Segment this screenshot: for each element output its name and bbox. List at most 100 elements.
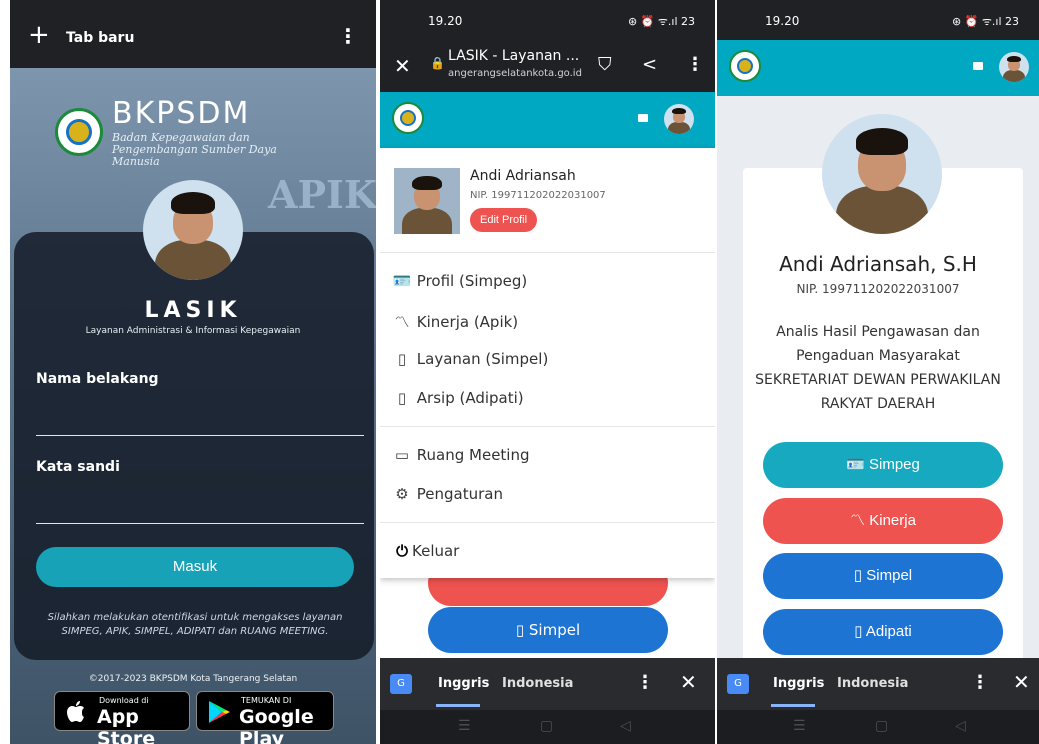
book-icon: ▯ [397,350,407,368]
book-icon: ▯ [515,621,529,639]
menu-label: Ruang Meeting [416,446,530,464]
status-time: 19.20 [765,14,800,28]
status-bar: 19.20 ⊛ ⏰ ᯤ.ıl 23 [717,0,1039,40]
overflow-menu-icon[interactable]: ⋮ [686,54,704,75]
username-input[interactable] [36,408,364,436]
bookmark-icon[interactable]: ⛉ [598,54,612,75]
menu-item-layanan[interactable]: ▯ Layanan (Simpel) [392,350,548,368]
home-icon[interactable]: ▢ [875,718,888,734]
play-small-text: TEMUKAN DI [241,696,292,705]
back-icon[interactable]: ◁ [620,718,631,734]
header-avatar[interactable] [999,52,1029,82]
auth-note: Silahkan melakukan otentifikasi untuk me… [47,612,343,637]
active-tab-underline [436,704,480,707]
simpel-button[interactable]: ▯ Simpel [763,553,1003,599]
profile-name: Andi Adriansah, S.H [779,252,977,276]
google-translate-icon: G [727,674,749,694]
lang-indonesia-tab[interactable]: Indonesia [502,676,573,691]
new-tab-plus-icon[interactable]: + [28,22,50,48]
menu-label: Layanan (Simpel) [416,350,549,368]
user-avatar [143,180,243,280]
kinerja-button[interactable]: 〽 Kinerja [763,498,1003,544]
simpel-label: Simpel [528,621,581,639]
book-icon: ▯ [853,567,867,584]
app-logo[interactable] [392,102,424,134]
bkpsdm-logo [55,108,103,156]
flag-icon[interactable] [973,62,983,70]
work-unit: SEKRETARIAT DEWAN PERWAKILAN RAKYAT DAER… [755,372,1001,412]
button-label: Adipati [865,623,912,640]
flag-icon[interactable] [638,114,648,122]
share-icon[interactable]: < [642,54,657,75]
status-icons: ⊛ ⏰ ᯤ.ıl 23 [951,15,1019,28]
menu-item-profil[interactable]: 🪪 Profil (Simpeg) [392,272,528,290]
menu-item-kinerja[interactable]: 〽 Kinerja (Apik) [392,311,518,332]
adipati-button[interactable]: ▯ Adipati [763,609,1003,655]
power-icon: ⏻ [396,542,408,560]
play-big-text: Google Play [239,706,314,744]
recents-icon[interactable]: ☰ [458,718,471,734]
app-subtitle: Layanan Administrasi & Informasi Kepegaw… [85,326,301,336]
login-card [14,232,374,660]
custom-tab-toolbar: ✕ 🔒 LASIK - Layanan ... angerangselatank… [380,40,715,92]
edit-profile-button[interactable]: Edit Profil [470,208,538,232]
simpel-button-behind[interactable]: ▯ Simpel [428,607,668,653]
profile-dropdown-menu: Andi Adriansah NIP. 199711202022031007 E… [380,148,715,578]
close-icon[interactable]: ✕ [394,54,411,78]
password-input[interactable] [36,496,364,524]
button-label: Simpel [866,567,913,584]
google-play-badge[interactable]: TEMUKAN DI Google Play [196,691,334,744]
close-icon[interactable]: ✕ [1013,670,1030,694]
profile-job: Analis Hasil Pengawasan dan Pengaduan Ma… [747,320,1009,416]
app-logo[interactable] [729,50,761,82]
lang-english-tab[interactable]: Inggris [773,676,824,691]
menu-label: Profil (Simpeg) [416,272,528,290]
google-translate-icon: G [390,674,412,694]
profile-nip: NIP. 199711202022031007 [470,190,606,201]
header-avatar[interactable] [664,104,694,134]
profile-name: Andi Adriansah [470,168,576,184]
page-title: LASIK - Layanan ... [448,48,580,64]
recents-icon[interactable]: ☰ [793,718,806,734]
divider [380,426,715,427]
back-icon[interactable]: ◁ [955,718,966,734]
copyright-text: ©2017-2023 BKPSDM Kota Tangerang Selatan [88,674,298,684]
menu-screen: 19.20 ⊛ ⏰ ᯤ.ıl 23 ✕ 🔒 LASIK - Layanan ..… [380,0,715,744]
menu-item-arsip[interactable]: ▯ Arsip (Adipati) [392,389,524,407]
id-card-icon: 🪪 [846,456,869,473]
login-button[interactable]: Masuk [36,547,354,587]
menu-label: Arsip (Adipati) [416,389,524,407]
translate-bar: G Inggris Indonesia ⋮ ✕ [380,658,715,710]
menu-item-keluar[interactable]: ⏻ Keluar [392,542,459,560]
menu-label: Pengaturan [416,485,503,503]
close-icon[interactable]: ✕ [680,670,697,694]
system-navbar: ☰ ▢ ◁ [380,710,715,744]
apik-watermark: APIK [268,172,376,217]
button-label: Kinerja [869,512,916,529]
id-card-icon: 🪪 [392,272,412,290]
lang-english-tab[interactable]: Inggris [438,676,489,691]
active-tab-underline [771,704,815,707]
app-store-badge[interactable]: Download di App Store [54,691,190,744]
simpeg-button[interactable]: 🪪 Simpeg [763,442,1003,488]
translate-menu-icon[interactable]: ⋮ [636,672,654,693]
browser-toolbar: + Tab baru ⋮ [10,0,376,68]
translate-bar: G Inggris Indonesia ⋮ ✕ [717,658,1039,710]
menu-item-ruang-meeting[interactable]: ▭ Ruang Meeting [392,446,530,464]
profile-avatar [822,114,942,234]
book-icon: ▯ [854,623,866,640]
home-icon[interactable]: ▢ [540,718,553,734]
lang-indonesia-tab[interactable]: Indonesia [837,676,908,691]
overflow-menu-icon[interactable]: ⋮ [338,26,358,46]
translate-menu-icon[interactable]: ⋮ [971,672,989,693]
profile-screen: 19.20 ⊛ ⏰ ᯤ.ıl 23 Andi Adriansah, S.H NI… [717,0,1039,744]
divider [380,252,715,253]
menu-item-pengaturan[interactable]: ⚙ Pengaturan [392,485,503,503]
monitor-icon: ▭ [394,446,410,464]
login-screen: + Tab baru ⋮ BKPSDM Badan Kepegawaian da… [10,0,376,744]
appstore-big-text: App Store [97,706,156,744]
status-bar: 19.20 ⊛ ⏰ ᯤ.ıl 23 [380,0,715,40]
app-title: LASIK [144,298,242,323]
new-tab-label[interactable]: Tab baru [66,30,134,46]
menu-label: Kinerja (Apik) [416,313,519,331]
